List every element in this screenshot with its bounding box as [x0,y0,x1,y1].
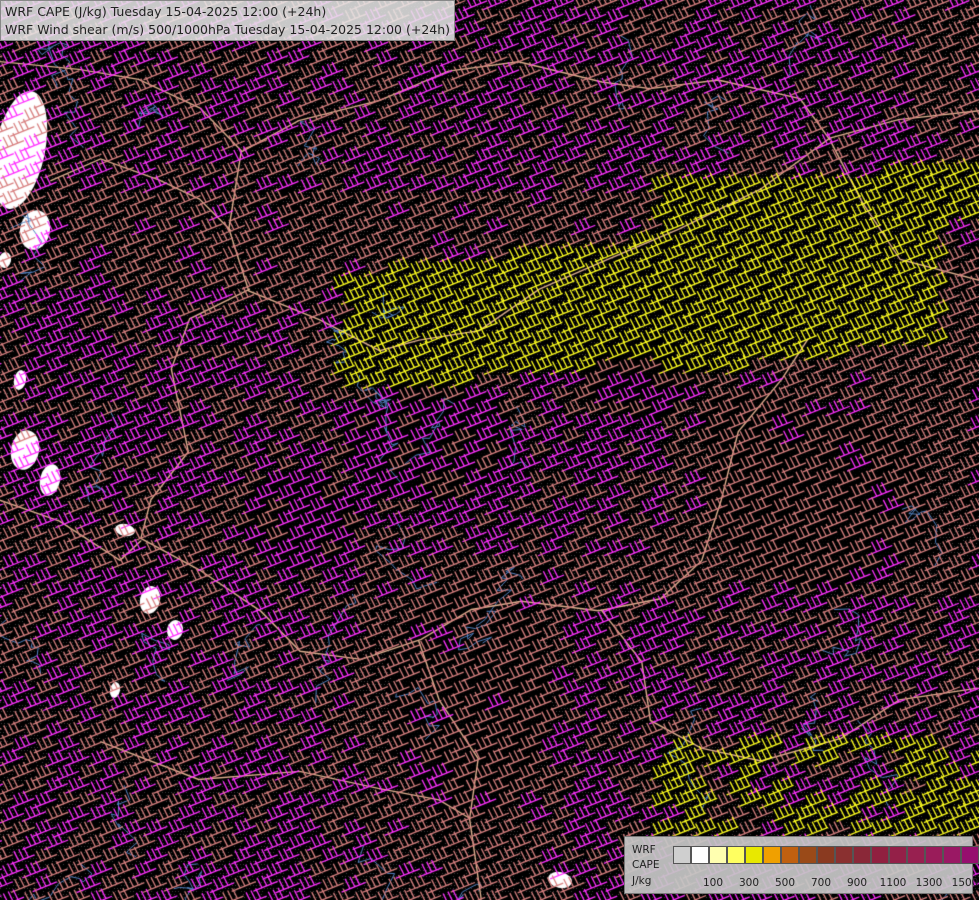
legend-swatch [745,846,763,864]
legend-swatch [961,846,979,864]
legend-swatch [943,846,961,864]
title-wind-shear: WRF Wind shear (m/s) 500/1000hPa Tuesday… [5,22,451,37]
legend-swatch [835,846,853,864]
map-canvas [0,0,979,900]
legend-tick-label: 100 [702,877,724,889]
legend-tick-label: 700 [810,877,832,889]
legend-swatch [925,846,943,864]
legend-swatch [907,846,925,864]
legend-swatch [799,846,817,864]
legend-swatch [781,846,799,864]
legend-tick-label: 1100 [879,877,907,889]
legend-tick-label: 1300 [915,877,943,889]
legend-swatch [673,846,691,864]
legend-swatch [709,846,727,864]
legend-tick-label: 1500 [951,877,979,889]
legend-swatch [691,846,709,864]
legend-swatch [853,846,871,864]
map-title-box: WRF CAPE (J/kg) Tuesday 15-04-2025 12:00… [0,0,456,41]
cape-legend: WRF CAPE J/kg 100 300 500 700 900 1100 1300 150… [624,836,979,894]
legend-tick-label: 900 [846,877,868,889]
legend-label-unit: J/kg [632,875,652,887]
legend-swatch [871,846,889,864]
legend-swatch [889,846,907,864]
legend-swatch [763,846,781,864]
legend-label-cape: CAPE [632,859,660,871]
legend-label-wrf: WRF [632,844,656,856]
legend-swatch [727,846,745,864]
title-cape: WRF CAPE (J/kg) Tuesday 15-04-2025 12:00… [5,4,327,19]
legend-tick-label: 500 [774,877,796,889]
legend-swatches [673,846,979,866]
legend-tick-label: 300 [738,877,760,889]
legend-swatch [817,846,835,864]
